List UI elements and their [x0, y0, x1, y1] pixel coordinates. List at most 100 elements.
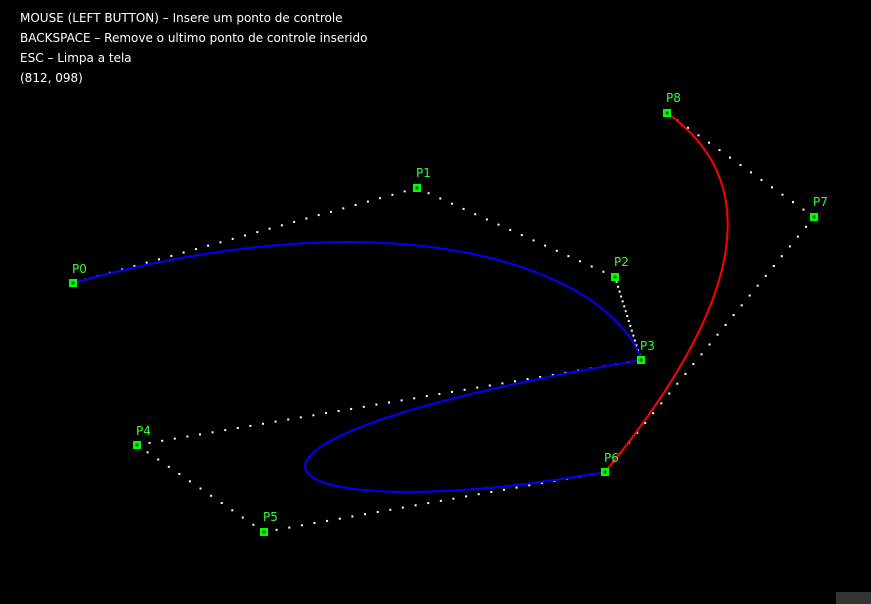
- polygon-dot: [330, 210, 332, 213]
- polygon-dot: [490, 491, 493, 493]
- polygon-dot: [526, 378, 529, 381]
- polygon-dot: [485, 218, 488, 221]
- control-point-p4[interactable]: P4: [133, 424, 151, 449]
- polygon-dot: [148, 441, 151, 444]
- polygon-dot: [740, 304, 743, 307]
- polygon-dot: [623, 305, 626, 308]
- drawing-canvas[interactable]: MOUSE (LEFT BUTTON) – Insere um ponto de…: [0, 0, 871, 604]
- polygon-dot: [555, 249, 558, 252]
- polygon-dot: [312, 414, 315, 417]
- control-point-label: P2: [614, 255, 629, 269]
- polygon-dot: [462, 207, 465, 210]
- control-point-p3[interactable]: P3: [637, 339, 655, 364]
- polygon-dot: [244, 234, 246, 237]
- polygon-dot: [626, 315, 629, 318]
- polygon-dot: [617, 285, 620, 288]
- polygon-dot: [401, 506, 404, 509]
- polygon-dot: [450, 202, 453, 205]
- polygon-dot: [268, 227, 271, 230]
- polygon-dot: [621, 300, 624, 303]
- polygon-dot: [477, 493, 480, 496]
- polygon-dot: [718, 149, 721, 152]
- polygon-dot: [452, 497, 455, 500]
- polygon-dot: [465, 495, 468, 498]
- polygon-dot: [236, 427, 239, 429]
- polygon-dot: [668, 392, 671, 395]
- control-point-p7[interactable]: P7: [810, 195, 828, 221]
- polygon-dot: [167, 465, 170, 468]
- polygon-dot: [579, 260, 582, 263]
- control-point-p5[interactable]: P5: [260, 510, 278, 536]
- polygon-dot: [305, 217, 308, 220]
- polygon-dot: [488, 384, 491, 387]
- polygon-dot: [780, 255, 783, 258]
- polygon-dot: [697, 134, 700, 137]
- control-point-label: P4: [136, 424, 151, 438]
- polygon-dot: [528, 484, 531, 487]
- polygon-dot: [520, 234, 523, 237]
- polygon-dot: [389, 508, 392, 511]
- polygon-dot: [796, 235, 799, 238]
- control-point-center: [135, 443, 139, 447]
- control-point-label: P7: [813, 195, 828, 209]
- polygon-dot: [400, 399, 403, 402]
- polygon-dot: [317, 214, 320, 217]
- polygon-dot: [300, 524, 303, 527]
- polygon-dot: [275, 528, 278, 531]
- bezier-curve-2: [304, 359, 642, 493]
- polygon-dot: [438, 393, 441, 395]
- polygon-dot: [364, 513, 366, 516]
- polygon-dot: [256, 231, 259, 234]
- polygon-dot: [439, 499, 442, 502]
- polygon-dot: [249, 424, 252, 427]
- polygon-dot: [186, 435, 189, 438]
- control-polygon-segment: [148, 361, 630, 444]
- polygon-dot: [427, 502, 430, 505]
- polygon-dot: [732, 314, 735, 317]
- polygon-dot: [157, 458, 160, 461]
- polygon-dot: [210, 494, 213, 497]
- polygon-dot: [413, 397, 416, 400]
- polygon-dot: [388, 401, 390, 404]
- control-point-p8[interactable]: P8: [663, 91, 681, 117]
- polygon-dot: [771, 186, 773, 189]
- polygon-dot: [414, 504, 417, 507]
- polygon-dot: [326, 519, 329, 522]
- polygon-dot: [145, 261, 148, 264]
- polygon-dot: [756, 284, 759, 287]
- control-point-center: [613, 275, 617, 279]
- polygon-dot: [805, 225, 807, 228]
- control-point-label: P3: [640, 339, 655, 353]
- control-point-center: [639, 358, 643, 362]
- polygon-dot: [463, 388, 466, 391]
- polygon-dot: [708, 343, 711, 346]
- control-point-center: [262, 530, 266, 534]
- polygon-dot: [403, 190, 406, 193]
- control-point-p1[interactable]: P1: [413, 166, 431, 192]
- polygon-dot: [802, 208, 805, 211]
- polygon-dot: [178, 473, 181, 475]
- polygon-dot: [350, 407, 353, 410]
- polygon-dot: [146, 451, 149, 454]
- control-point-p0[interactable]: P0: [69, 262, 87, 287]
- polygon-dot: [602, 270, 605, 273]
- polygon-dot: [391, 193, 394, 196]
- polygon-dot: [660, 402, 663, 405]
- polygon-dot: [700, 353, 703, 356]
- polygon-dot: [627, 319, 630, 322]
- polygon-dot: [708, 141, 710, 144]
- polygon-dot: [544, 244, 547, 247]
- polygon-dot: [299, 416, 302, 419]
- polygon-dot: [615, 280, 618, 283]
- polygon-dot: [750, 171, 752, 174]
- control-point-p6[interactable]: P6: [601, 451, 619, 476]
- polygon-dot: [620, 295, 623, 298]
- polygon-dot: [630, 329, 633, 332]
- polygon-dot: [781, 193, 784, 196]
- polygon-dot: [567, 255, 570, 258]
- polygon-dot: [194, 248, 197, 251]
- polygon-dot: [274, 420, 277, 423]
- curve-scene: P0 P1 P2 P3 P4 P5 P6 P7 P8: [69, 91, 828, 536]
- control-point-p2[interactable]: P2: [611, 255, 629, 281]
- polygon-dot: [293, 220, 296, 223]
